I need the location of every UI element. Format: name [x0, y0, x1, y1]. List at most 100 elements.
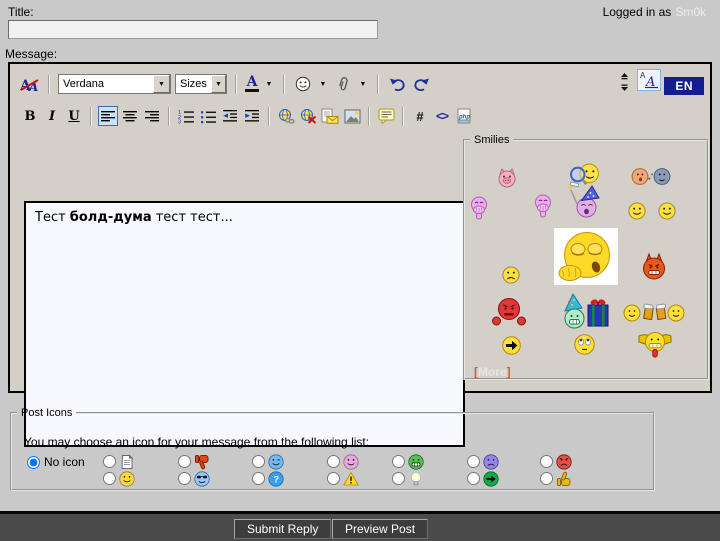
lang-indicator[interactable]: EN — [664, 77, 704, 95]
post-icon-thumbs-down-option[interactable] — [178, 453, 210, 470]
smilies-dropdown-icon[interactable]: ▼ — [317, 75, 329, 93]
post-icon-thumbs-up-option[interactable] — [540, 470, 572, 487]
smiley-cheers-beers[interactable] — [623, 300, 685, 324]
post-icon-column — [103, 453, 135, 487]
resize-editor-icon[interactable] — [614, 70, 634, 94]
toolbar-separator — [168, 107, 170, 126]
submit-reply-button[interactable]: Submit Reply — [234, 519, 331, 539]
post-icon-thumbs-up-radio[interactable] — [540, 472, 553, 485]
post-icon-cool-radio[interactable] — [178, 472, 191, 485]
reply-page: Title: Logged in asSm0k Message: AA Verd… — [0, 0, 720, 541]
svg-text:?: ? — [273, 474, 279, 485]
post-icon-question-option[interactable]: ? — [252, 470, 284, 487]
preview-post-button[interactable]: Preview Post — [332, 519, 428, 539]
bold-button[interactable]: B — [20, 106, 40, 126]
message-text-bold: болд-дума — [70, 210, 152, 225]
smiley-lil-devil[interactable] — [640, 252, 668, 280]
post-icon-mad-red-icon — [556, 454, 572, 470]
smiley-smile-1[interactable] — [628, 202, 646, 220]
ordered-list-button[interactable]: 123 — [176, 106, 196, 126]
smiley-rolleyes[interactable] — [574, 334, 595, 355]
post-icon-frown-purple-option[interactable] — [467, 453, 499, 470]
smiley-smile-2[interactable] — [658, 202, 676, 220]
code-button[interactable]: # — [410, 106, 430, 126]
quote-button[interactable] — [376, 106, 396, 126]
post-icon-happy-pink-option[interactable] — [327, 453, 359, 470]
font-color-dropdown-icon[interactable]: ▼ — [263, 75, 275, 93]
underline-button[interactable]: U — [64, 106, 84, 126]
insert-link-button[interactable] — [276, 106, 296, 126]
post-icon-frown-purple-icon — [483, 454, 499, 470]
post-icon-smile-radio[interactable] — [103, 472, 116, 485]
post-icon-question-radio[interactable] — [252, 472, 265, 485]
font-color-icon[interactable]: A — [245, 76, 259, 92]
post-icon-cool-option[interactable] — [178, 470, 210, 487]
post-icon-wink-option[interactable] — [252, 453, 284, 470]
no-icon-label: No icon — [44, 455, 85, 469]
more-smilies-link[interactable]: [More] — [474, 365, 511, 379]
smiley-chat-pair[interactable] — [631, 166, 671, 187]
no-icon-option[interactable]: No icon — [27, 455, 85, 469]
no-icon-radio[interactable] — [27, 456, 40, 469]
post-icon-frown-purple-radio[interactable] — [467, 455, 480, 468]
smiley-angry-fists[interactable] — [492, 296, 526, 326]
post-icon-thumbs-down-icon — [194, 454, 210, 470]
post-icon-cool-icon — [194, 471, 210, 487]
smiley-giggle-1[interactable] — [470, 196, 488, 221]
php-button[interactable]: php — [454, 106, 474, 126]
size-select[interactable]: Sizes ▼ — [175, 74, 227, 94]
post-icon-wink-radio[interactable] — [252, 455, 265, 468]
smiley-arrow-smiley[interactable] — [502, 336, 521, 355]
logged-in-status: Logged in asSm0k — [603, 5, 706, 19]
post-icon-exclamation-icon — [343, 471, 359, 487]
post-icon-arrow-green-radio[interactable] — [467, 472, 480, 485]
post-icon-thumbs-down-radio[interactable] — [178, 455, 191, 468]
align-right-button[interactable] — [142, 106, 162, 126]
post-icon-mad-red-radio[interactable] — [540, 455, 553, 468]
post-icon-lightbulb-option[interactable] — [392, 470, 424, 487]
post-icon-lightbulb-radio[interactable] — [392, 472, 405, 485]
smiley-wizard[interactable] — [567, 184, 600, 219]
editor-mode-icon[interactable]: AA — [637, 70, 661, 90]
post-icon-grin-green-option[interactable] — [392, 453, 424, 470]
outdent-button[interactable] — [220, 106, 240, 126]
smiley-frown[interactable] — [502, 266, 520, 284]
smiley-bat-tongue[interactable] — [638, 330, 672, 358]
post-icon-happy-pink-radio[interactable] — [327, 455, 340, 468]
align-center-button[interactable] — [120, 106, 140, 126]
post-icon-document-option[interactable] — [103, 453, 135, 470]
post-icon-arrow-green-option[interactable] — [467, 470, 499, 487]
post-icon-exclamation-option[interactable] — [327, 470, 359, 487]
post-icon-document-radio[interactable] — [103, 455, 116, 468]
smiley-party-gift[interactable] — [561, 292, 611, 330]
remove-format-icon[interactable]: AA — [20, 74, 40, 94]
italic-button[interactable]: I — [42, 106, 62, 126]
post-icon-mad-red-option[interactable] — [540, 453, 572, 470]
chevron-down-icon[interactable]: ▼ — [211, 75, 226, 93]
insert-image-button[interactable] — [342, 106, 362, 126]
font-select[interactable]: Verdana ▼ — [58, 74, 171, 94]
undo-icon[interactable] — [387, 74, 407, 94]
remove-link-button[interactable] — [298, 106, 318, 126]
post-icon-exclamation-radio[interactable] — [327, 472, 340, 485]
post-icon-smile-option[interactable] — [103, 470, 135, 487]
unordered-list-button[interactable] — [198, 106, 218, 126]
username-link[interactable]: Sm0k — [675, 5, 706, 19]
chevron-down-icon[interactable]: ▼ — [153, 75, 170, 93]
smiley-piggy[interactable] — [497, 168, 517, 188]
attachment-icon[interactable] — [333, 74, 353, 94]
smiley-giggle-2[interactable] — [534, 194, 552, 219]
post-icon-column — [540, 453, 572, 487]
smilies-menu-icon[interactable] — [293, 74, 313, 94]
title-input[interactable] — [8, 20, 378, 39]
html-button[interactable]: <> — [432, 106, 452, 126]
smiley-big-dazed[interactable] — [554, 228, 618, 285]
attachment-dropdown-icon[interactable]: ▼ — [357, 75, 369, 93]
redo-icon[interactable] — [411, 74, 431, 94]
post-icon-grin-green-radio[interactable] — [392, 455, 405, 468]
post-icon-column — [327, 453, 359, 487]
indent-button[interactable] — [242, 106, 262, 126]
font-select-value: Verdana — [63, 78, 104, 90]
insert-email-button[interactable] — [320, 106, 340, 126]
align-left-button[interactable] — [98, 106, 118, 126]
